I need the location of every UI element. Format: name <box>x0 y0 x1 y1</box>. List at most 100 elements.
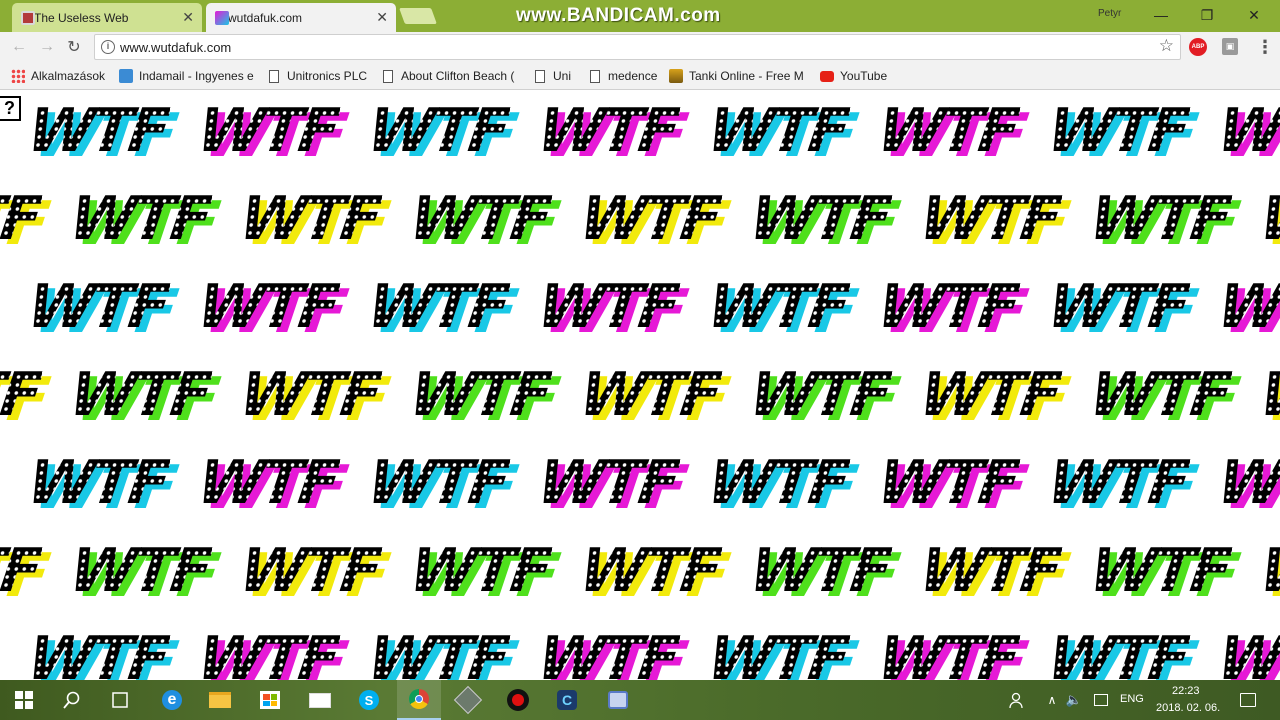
page-icon <box>269 69 279 83</box>
wtf-tile: WTF <box>23 272 173 342</box>
network-icon[interactable] <box>1090 688 1112 712</box>
bookmark-medence[interactable]: medence <box>590 68 665 84</box>
people-icon[interactable] <box>1006 688 1030 712</box>
wtf-tile: WTF <box>1255 189 1280 249</box>
close-tab-icon[interactable]: ✕ <box>376 9 388 26</box>
reload-icon[interactable]: ↻ <box>63 36 85 58</box>
wtf-tile: WTF <box>235 184 385 254</box>
store-icon[interactable] <box>258 688 282 712</box>
address-bar[interactable]: i www.wutdafuk.com ☆ <box>94 34 1181 60</box>
wtf-tile: WTF <box>235 536 385 606</box>
wtf-tile: WTF <box>405 360 555 430</box>
wtf-tile: WTF <box>23 96 173 166</box>
forward-arrow-icon[interactable]: → <box>36 36 58 58</box>
clock-date[interactable]: 2018. 02. 06. <box>1156 702 1220 714</box>
info-icon[interactable]: i <box>101 40 115 54</box>
wtf-tile: WTF <box>1085 360 1235 430</box>
wtf-tile: WTF <box>745 360 895 430</box>
page-icon <box>535 69 545 83</box>
wtf-tile: WTF <box>533 448 683 518</box>
wtf-tile: WTF <box>65 184 215 254</box>
clock-time[interactable]: 22:23 <box>1172 685 1200 697</box>
wtf-tile: WTF <box>1085 184 1235 254</box>
tab-the-useless-web[interactable]: The Useless Web ✕ <box>12 3 202 32</box>
wutdafuk-favicon-icon <box>215 10 229 25</box>
close-window-icon[interactable]: ✕ <box>1239 4 1269 26</box>
wtf-tile: WTF <box>193 96 343 166</box>
chevron-up-icon[interactable]: ∧ <box>1042 688 1062 712</box>
bookmark-uni[interactable]: Uni <box>535 68 580 84</box>
app-icon[interactable]: C <box>555 688 579 712</box>
windows-taskbar: e S C ∧ 🔈 ENG 22:23 2018. 02. 06. <box>0 680 1280 720</box>
edge-browser-icon[interactable]: e <box>160 688 184 712</box>
restore-icon[interactable]: ❐ <box>1192 4 1222 26</box>
wtf-tile: WTF <box>873 272 1023 342</box>
mail-app-icon[interactable] <box>308 688 332 712</box>
wtf-tile: WTF <box>703 272 853 342</box>
wtf-tile: WTF <box>193 272 343 342</box>
task-view-icon[interactable] <box>108 688 132 712</box>
tab-wutdafuk[interactable]: wutdafuk.com ✕ <box>206 3 396 32</box>
wtf-tile: WTF <box>1043 272 1193 342</box>
bookmark-youtube[interactable]: YouTube <box>820 68 900 84</box>
profile-name[interactable]: Petyr <box>1098 8 1121 19</box>
browser-title-bar: The Useless Web ✕ wutdafuk.com ✕ www.BAN… <box>0 0 1280 32</box>
page-content: ? WTF WTF WTF WTF WTF WTF WTF WTF WTF WTF WTF WTF WT… <box>0 91 1280 680</box>
windows-start-icon[interactable] <box>12 688 36 712</box>
bookmark-star-icon[interactable]: ☆ <box>1159 36 1174 56</box>
wtf-tile: WTF <box>533 272 683 342</box>
url-text[interactable]: www.wutdafuk.com <box>120 40 231 55</box>
bandicam-record-icon[interactable] <box>506 688 530 712</box>
back-arrow-icon[interactable]: ← <box>8 36 30 58</box>
wtf-tile: WTF <box>65 360 215 430</box>
notifications-icon[interactable] <box>1236 688 1260 712</box>
bandicam-watermark: www.BANDICAM.com <box>516 5 721 26</box>
chrome-icon[interactable] <box>397 680 441 720</box>
mail-icon <box>119 69 133 83</box>
wtf-tile: WTF <box>1043 96 1193 166</box>
file-explorer-icon[interactable] <box>208 688 232 712</box>
browser-menu-icon[interactable]: ⋮ <box>1256 37 1274 58</box>
search-icon[interactable] <box>60 688 84 712</box>
media-app-icon[interactable] <box>606 688 630 712</box>
browser-toolbar: ← → ↻ i www.wutdafuk.com ☆ <box>0 32 1280 62</box>
tab-title: The Useless Web <box>34 10 129 25</box>
wtf-tile: WTF <box>363 629 512 680</box>
page-icon <box>383 69 393 83</box>
wtf-tile: WTF <box>873 448 1023 518</box>
skype-icon[interactable]: S <box>357 688 381 712</box>
bookmark-unitronics[interactable]: Unitronics PLC <box>269 68 379 84</box>
game-app-icon[interactable] <box>453 685 483 715</box>
wtf-tile: WTF <box>1043 629 1192 680</box>
wtf-tile: WTF <box>363 272 513 342</box>
help-button[interactable]: ? <box>0 96 21 121</box>
youtube-icon <box>820 70 834 82</box>
wtf-tile: WTF <box>575 360 725 430</box>
wtf-tile: WTF <box>193 629 342 680</box>
wtf-tile: WTF <box>363 96 513 166</box>
wtf-tile: WTF <box>1213 101 1280 161</box>
wtf-tile: WTF <box>1255 365 1280 425</box>
wtf-tile: WTF <box>873 629 1022 680</box>
wtf-tile: WTF <box>533 629 682 680</box>
wtf-tile: WTF <box>405 184 555 254</box>
wtf-tile: WTF <box>1255 541 1280 601</box>
minimize-icon[interactable]: — <box>1146 4 1176 26</box>
wtf-tile: WTF <box>65 536 215 606</box>
volume-icon[interactable]: 🔈 <box>1064 688 1084 712</box>
wtf-tile: WTF <box>533 96 683 166</box>
wtf-tile: WTF <box>23 448 173 518</box>
bookmark-tanki-online[interactable]: Tanki Online - Free M <box>669 68 807 84</box>
new-tab-button[interactable] <box>399 8 437 24</box>
adblock-plus-icon[interactable]: ABP <box>1189 38 1207 56</box>
bookmark-indamail[interactable]: Indamail - Ingyenes e <box>119 68 256 84</box>
wtf-tile: WTF <box>575 536 725 606</box>
wtf-tile: WTF <box>873 96 1023 166</box>
bookmark-clifton-beach[interactable]: About Clifton Beach ( <box>383 68 521 84</box>
bookmark-apps[interactable]: Alkalmazások <box>11 68 111 84</box>
language-indicator[interactable]: ENG <box>1120 693 1144 705</box>
wtf-tile: WTF <box>1213 277 1280 337</box>
close-tab-icon[interactable]: ✕ <box>182 9 194 26</box>
page-icon <box>590 69 600 83</box>
extension-icon[interactable]: ▣ <box>1222 38 1238 55</box>
